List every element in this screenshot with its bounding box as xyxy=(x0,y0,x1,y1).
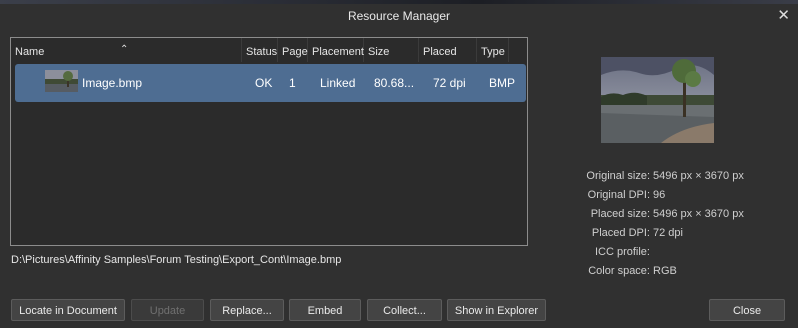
resource-page: 1 xyxy=(289,76,296,90)
color-space-label: Color space: xyxy=(588,265,650,277)
column-header-placement[interactable]: Placement xyxy=(308,38,364,62)
update-button[interactable]: Update xyxy=(131,299,204,321)
resource-path: D:\Pictures\Affinity Samples\Forum Testi… xyxy=(11,254,342,266)
resource-list[interactable]: ⌃ Name Status Page Placement Size Placed… xyxy=(10,37,528,246)
placed-dpi-value: 72 dpi xyxy=(653,227,683,239)
original-dpi-label: Original DPI: xyxy=(587,189,650,201)
color-space-value: RGB xyxy=(653,265,677,277)
embed-button[interactable]: Embed xyxy=(289,299,361,321)
resource-placement: Linked xyxy=(320,76,356,90)
window-title: Resource Manager xyxy=(347,9,451,23)
image-thumbnail xyxy=(45,70,78,92)
icc-profile-label: ICC profile: xyxy=(594,246,650,258)
replace-button[interactable]: Replace... xyxy=(210,299,284,321)
title-bar: Resource Manager ✕ xyxy=(0,4,798,29)
original-size-label: Original size: xyxy=(586,170,650,182)
original-size-value: 5496 px × 3670 px xyxy=(653,170,744,182)
sort-ascending-icon: ⌃ xyxy=(120,44,129,55)
placed-size-label: Placed size: xyxy=(590,208,650,220)
image-preview xyxy=(601,57,714,143)
close-button[interactable]: Close xyxy=(709,299,785,321)
list-header: ⌃ Name Status Page Placement Size Placed… xyxy=(11,38,527,86)
resource-row[interactable]: Image.bmp OK 1 Linked 80.68... 72 dpi BM… xyxy=(15,64,526,102)
resource-placed-dpi: 72 dpi xyxy=(433,76,466,90)
placed-size-value: 5496 px × 3670 px xyxy=(653,208,744,220)
resource-status: OK xyxy=(255,76,273,90)
resource-size: 80.68... xyxy=(374,76,415,90)
placed-dpi-label: Placed DPI: xyxy=(591,227,650,239)
close-icon[interactable]: ✕ xyxy=(777,6,790,24)
locate-in-document-button[interactable]: Locate in Document xyxy=(11,299,125,321)
resource-name: Image.bmp xyxy=(82,76,143,90)
column-header-status[interactable]: Status xyxy=(242,38,278,62)
column-header-type[interactable]: Type xyxy=(477,38,509,62)
original-dpi-value: 96 xyxy=(653,189,666,201)
column-header-name[interactable]: ⌃ Name xyxy=(11,38,242,62)
column-header-page[interactable]: Page xyxy=(278,38,308,62)
show-in-explorer-button[interactable]: Show in Explorer xyxy=(447,299,546,321)
resource-type: BMP xyxy=(489,76,516,90)
column-header-size[interactable]: Size xyxy=(364,38,419,62)
collect-button[interactable]: Collect... xyxy=(367,299,442,321)
column-header-placed-dpi[interactable]: Placed DPI xyxy=(419,38,477,86)
